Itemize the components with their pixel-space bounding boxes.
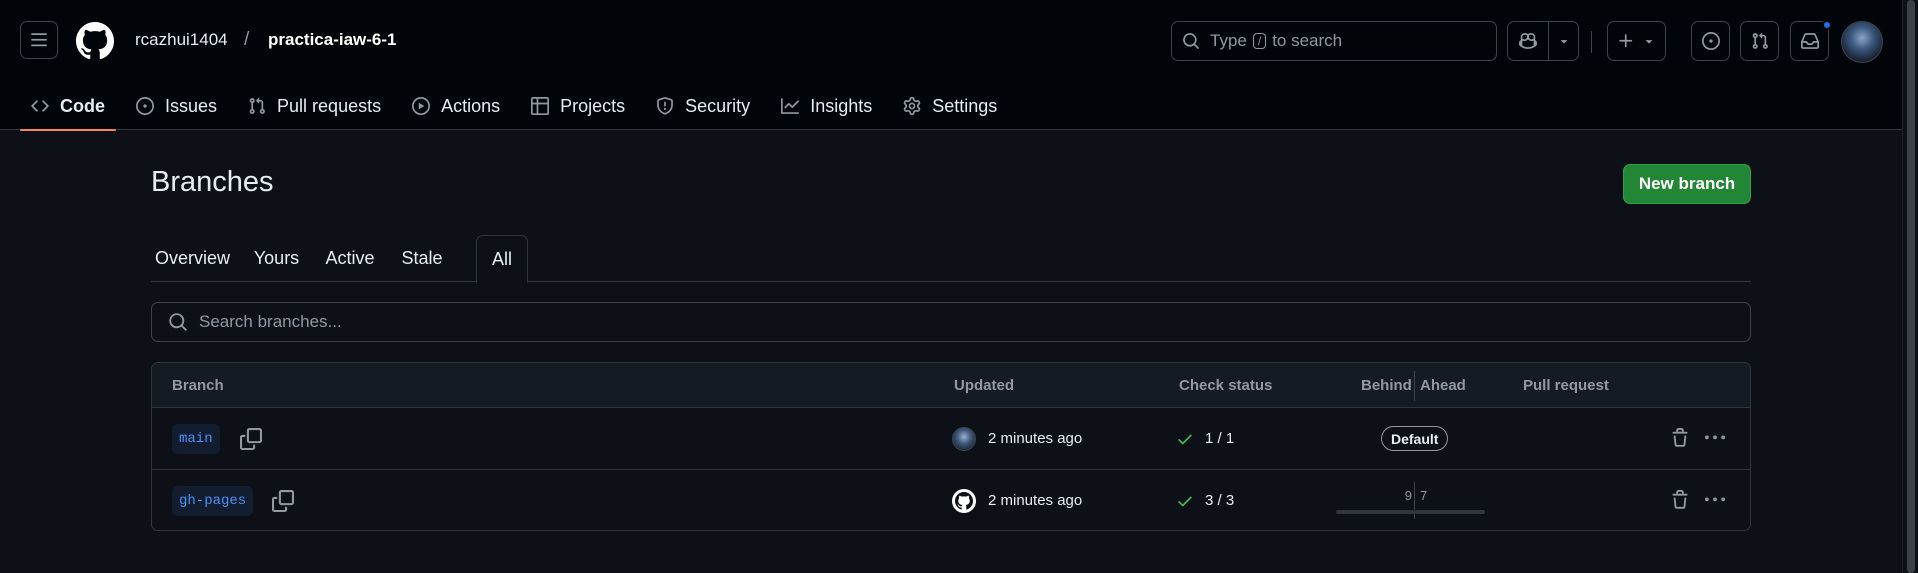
search-prefix: Type xyxy=(1210,31,1247,50)
notification-indicator xyxy=(1822,20,1832,30)
check-icon xyxy=(1176,492,1194,510)
table-row: gh-pages 2 minutes ago 3 / 3 9 7 xyxy=(152,469,1750,530)
behind-count: 9 xyxy=(1404,488,1412,503)
branch-link-gh-pages[interactable]: gh-pages xyxy=(172,486,254,516)
copilot-dropdown-icon[interactable] xyxy=(1548,22,1578,60)
branch-search-input[interactable]: Search branches... xyxy=(151,302,1751,342)
table-header: Branch Updated Check status Behind Ahead… xyxy=(152,363,1750,408)
issues-shortcut-button[interactable] xyxy=(1691,21,1730,61)
inbox-icon xyxy=(1800,33,1819,49)
behind-bar xyxy=(1336,510,1414,514)
new-branch-button[interactable]: New branch xyxy=(1623,164,1751,204)
copilot-icon[interactable] xyxy=(1508,22,1548,60)
breadcrumb-separator: / xyxy=(244,29,250,50)
tab-insights[interactable]: Insights xyxy=(770,82,883,130)
global-header: rcazhui1404 / practica-iaw-6-1 Type / to… xyxy=(0,0,1902,131)
header-ahead: Ahead xyxy=(1420,377,1466,394)
tab-all[interactable]: All xyxy=(476,235,528,283)
trash-icon[interactable] xyxy=(1670,428,1690,448)
tab-code[interactable]: Code xyxy=(20,82,116,131)
behind-ahead-divider xyxy=(1414,371,1415,401)
branch-filter-tabs: Overview Yours Active Stale All xyxy=(151,235,1751,283)
tab-settings[interactable]: Settings xyxy=(892,82,1008,130)
toolbar-divider xyxy=(1591,31,1592,53)
tab-security-label: Security xyxy=(685,95,751,116)
header-behind: Behind xyxy=(1361,377,1412,394)
table-icon xyxy=(531,97,550,115)
updated-time: 2 minutes ago xyxy=(988,430,1083,447)
kebab-menu-icon[interactable] xyxy=(1703,490,1727,510)
ahead-bar xyxy=(1415,510,1485,514)
header-updated: Updated xyxy=(954,377,1014,394)
tab-code-label: Code xyxy=(60,95,105,116)
check-icon xyxy=(1176,430,1194,448)
ahead-count: 7 xyxy=(1420,488,1428,503)
trash-icon[interactable] xyxy=(1670,490,1690,510)
user-avatar[interactable] xyxy=(952,427,976,451)
tab-active[interactable]: Active xyxy=(321,235,379,282)
copy-icon[interactable] xyxy=(240,428,262,450)
menu-button[interactable] xyxy=(20,21,58,59)
issue-icon xyxy=(136,97,154,115)
updated-time: 2 minutes ago xyxy=(988,492,1083,509)
issue-icon xyxy=(1701,32,1720,50)
tab-actions[interactable]: Actions xyxy=(401,82,511,130)
tab-actions-label: Actions xyxy=(441,95,501,116)
hamburger-icon xyxy=(31,33,47,47)
tab-overview[interactable]: Overview xyxy=(151,235,234,282)
copilot-button[interactable] xyxy=(1507,21,1579,61)
copy-icon[interactable] xyxy=(272,490,294,512)
branch-search-placeholder: Search branches... xyxy=(199,312,342,331)
tab-settings-label: Settings xyxy=(932,95,998,116)
tab-issues-label: Issues xyxy=(165,95,218,116)
page-title: Branches xyxy=(151,166,274,198)
check-status-count[interactable]: 3 / 3 xyxy=(1205,492,1234,509)
header-check-status: Check status xyxy=(1179,377,1273,394)
create-new-button[interactable] xyxy=(1607,21,1666,61)
tab-yours[interactable]: Yours xyxy=(250,235,303,282)
search-icon xyxy=(169,313,187,331)
scrollbar-thumb[interactable] xyxy=(1907,0,1915,573)
default-badge: Default xyxy=(1381,426,1449,451)
branch-link-main[interactable]: main xyxy=(172,424,220,454)
breadcrumb-repo[interactable]: practica-iaw-6-1 xyxy=(268,30,397,50)
repo-nav: Code Issues Pull requests Actions Projec… xyxy=(20,82,1017,131)
tab-pull-requests-label: Pull requests xyxy=(277,95,382,116)
github-avatar[interactable] xyxy=(952,489,976,513)
search-suffix: to search xyxy=(1272,31,1343,50)
header-branch: Branch xyxy=(172,377,224,394)
check-status-count[interactable]: 1 / 1 xyxy=(1205,430,1234,447)
tab-pull-requests[interactable]: Pull requests xyxy=(237,82,392,130)
breadcrumb-owner[interactable]: rcazhui1404 xyxy=(135,30,228,50)
tab-issues[interactable]: Issues xyxy=(125,82,228,130)
branches-table: Branch Updated Check status Behind Ahead… xyxy=(151,362,1751,531)
tab-stale[interactable]: Stale xyxy=(395,235,449,282)
tab-projects-label: Projects xyxy=(560,95,626,116)
github-logo-icon[interactable] xyxy=(76,22,114,60)
header-pull-request: Pull request xyxy=(1523,377,1609,394)
tab-projects[interactable]: Projects xyxy=(520,82,636,130)
pull-request-icon xyxy=(249,97,265,114)
plus-icon xyxy=(1619,34,1633,48)
play-icon xyxy=(412,97,431,115)
code-icon xyxy=(31,100,49,112)
pull-request-icon xyxy=(1752,32,1768,49)
table-row: main 2 minutes ago 1 / 1 Default xyxy=(152,408,1750,469)
tab-security[interactable]: Security xyxy=(645,82,761,130)
shield-icon xyxy=(657,97,674,115)
page-scrollbar[interactable] xyxy=(1902,0,1918,573)
top-bar: rcazhui1404 / practica-iaw-6-1 Type / to… xyxy=(0,0,1902,82)
tab-insights-label: Insights xyxy=(810,95,873,116)
search-shortcut-key: / xyxy=(1252,33,1267,49)
global-search-input[interactable]: Type / to search xyxy=(1171,21,1497,61)
gear-icon xyxy=(903,97,921,115)
search-icon xyxy=(1183,33,1199,49)
pull-requests-shortcut-button[interactable] xyxy=(1740,21,1779,61)
github-logo-icon xyxy=(955,492,973,510)
graph-icon xyxy=(781,98,800,114)
user-avatar[interactable] xyxy=(1841,21,1883,63)
chevron-down-icon xyxy=(1645,40,1652,44)
kebab-menu-icon[interactable] xyxy=(1703,428,1727,448)
